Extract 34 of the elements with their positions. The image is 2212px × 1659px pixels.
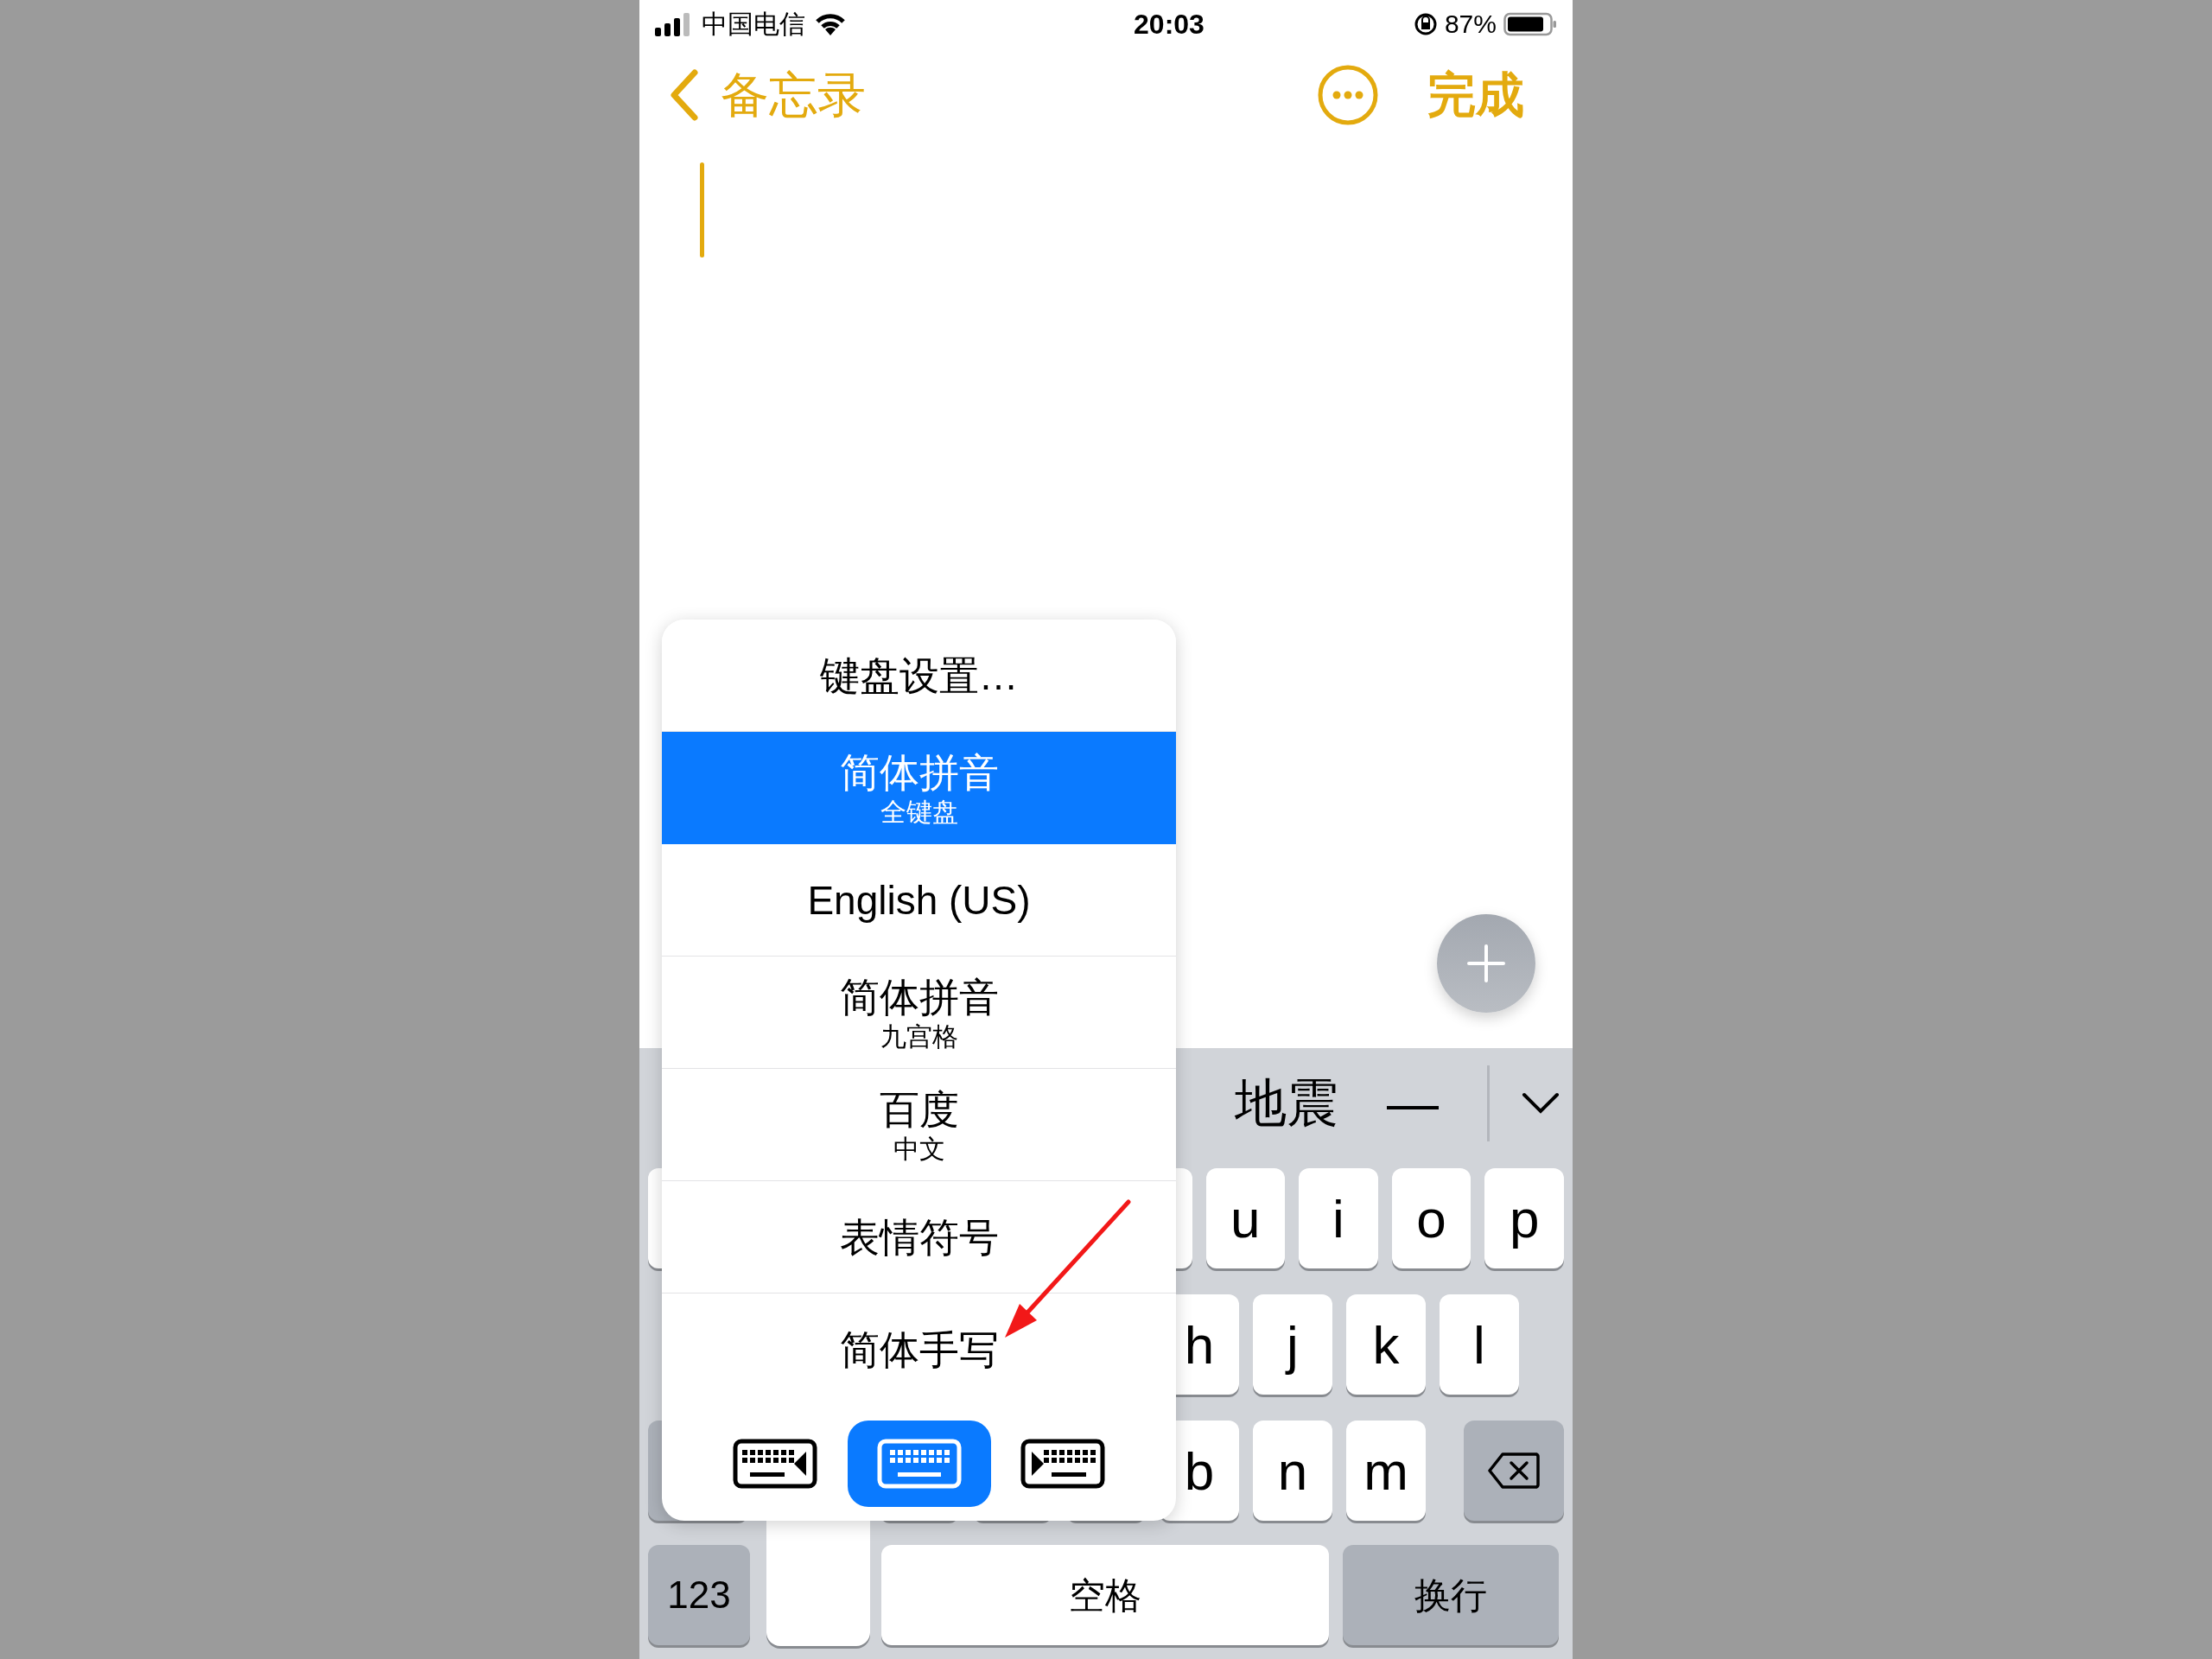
menu-item[interactable]: 简体拼音 九宫格 bbox=[662, 957, 1176, 1069]
keyboard-key[interactable]: m bbox=[1346, 1421, 1426, 1521]
menu-item[interactable]: 百度 中文 bbox=[662, 1069, 1176, 1181]
keyboard-key[interactable]: l bbox=[1440, 1294, 1519, 1395]
return-key[interactable]: 换行 bbox=[1343, 1545, 1559, 1645]
clock-time: 20:03 bbox=[1134, 7, 1205, 41]
keyboard-key[interactable]: u bbox=[1205, 1168, 1286, 1268]
keyboard-icon bbox=[1020, 1437, 1106, 1490]
keyboard-key[interactable]: i bbox=[1299, 1168, 1378, 1268]
rotation-lock-icon bbox=[1413, 11, 1438, 36]
backspace-icon bbox=[1487, 1452, 1541, 1490]
keyboard-key[interactable]: j bbox=[1253, 1294, 1332, 1395]
space-key[interactable]: 空格 bbox=[881, 1545, 1329, 1645]
battery-percent: 87% bbox=[1444, 9, 1497, 40]
menu-item[interactable]: English (US) bbox=[662, 844, 1176, 957]
chevron-down-icon[interactable] bbox=[1521, 1090, 1560, 1116]
menu-item[interactable]: 键盘设置… bbox=[662, 620, 1176, 732]
menu-item[interactable]: 简体拼音 全键盘 bbox=[662, 732, 1176, 844]
menu-item[interactable]: 简体手写 bbox=[662, 1294, 1176, 1406]
keyboard-key[interactable]: n bbox=[1253, 1421, 1332, 1521]
battery-icon bbox=[1503, 10, 1557, 37]
numbers-key[interactable]: 123 bbox=[648, 1545, 750, 1645]
menu-item[interactable]: 表情符号 bbox=[662, 1181, 1176, 1294]
delete-key[interactable] bbox=[1464, 1421, 1564, 1521]
plus-icon bbox=[1467, 944, 1505, 982]
chevron-left-icon bbox=[669, 68, 700, 122]
keyboard-icon bbox=[732, 1437, 818, 1490]
candidate-word[interactable]: 地震 bbox=[1235, 1064, 1338, 1142]
carrier-name: 中国电信 bbox=[702, 9, 805, 40]
keyboard-icon bbox=[875, 1437, 963, 1490]
keyboard-key[interactable]: o bbox=[1391, 1168, 1471, 1268]
candidate-word[interactable]: — bbox=[1387, 1064, 1439, 1142]
keyboard-key[interactable]: k bbox=[1346, 1294, 1426, 1395]
keyboard-key[interactable]: p bbox=[1484, 1168, 1564, 1268]
